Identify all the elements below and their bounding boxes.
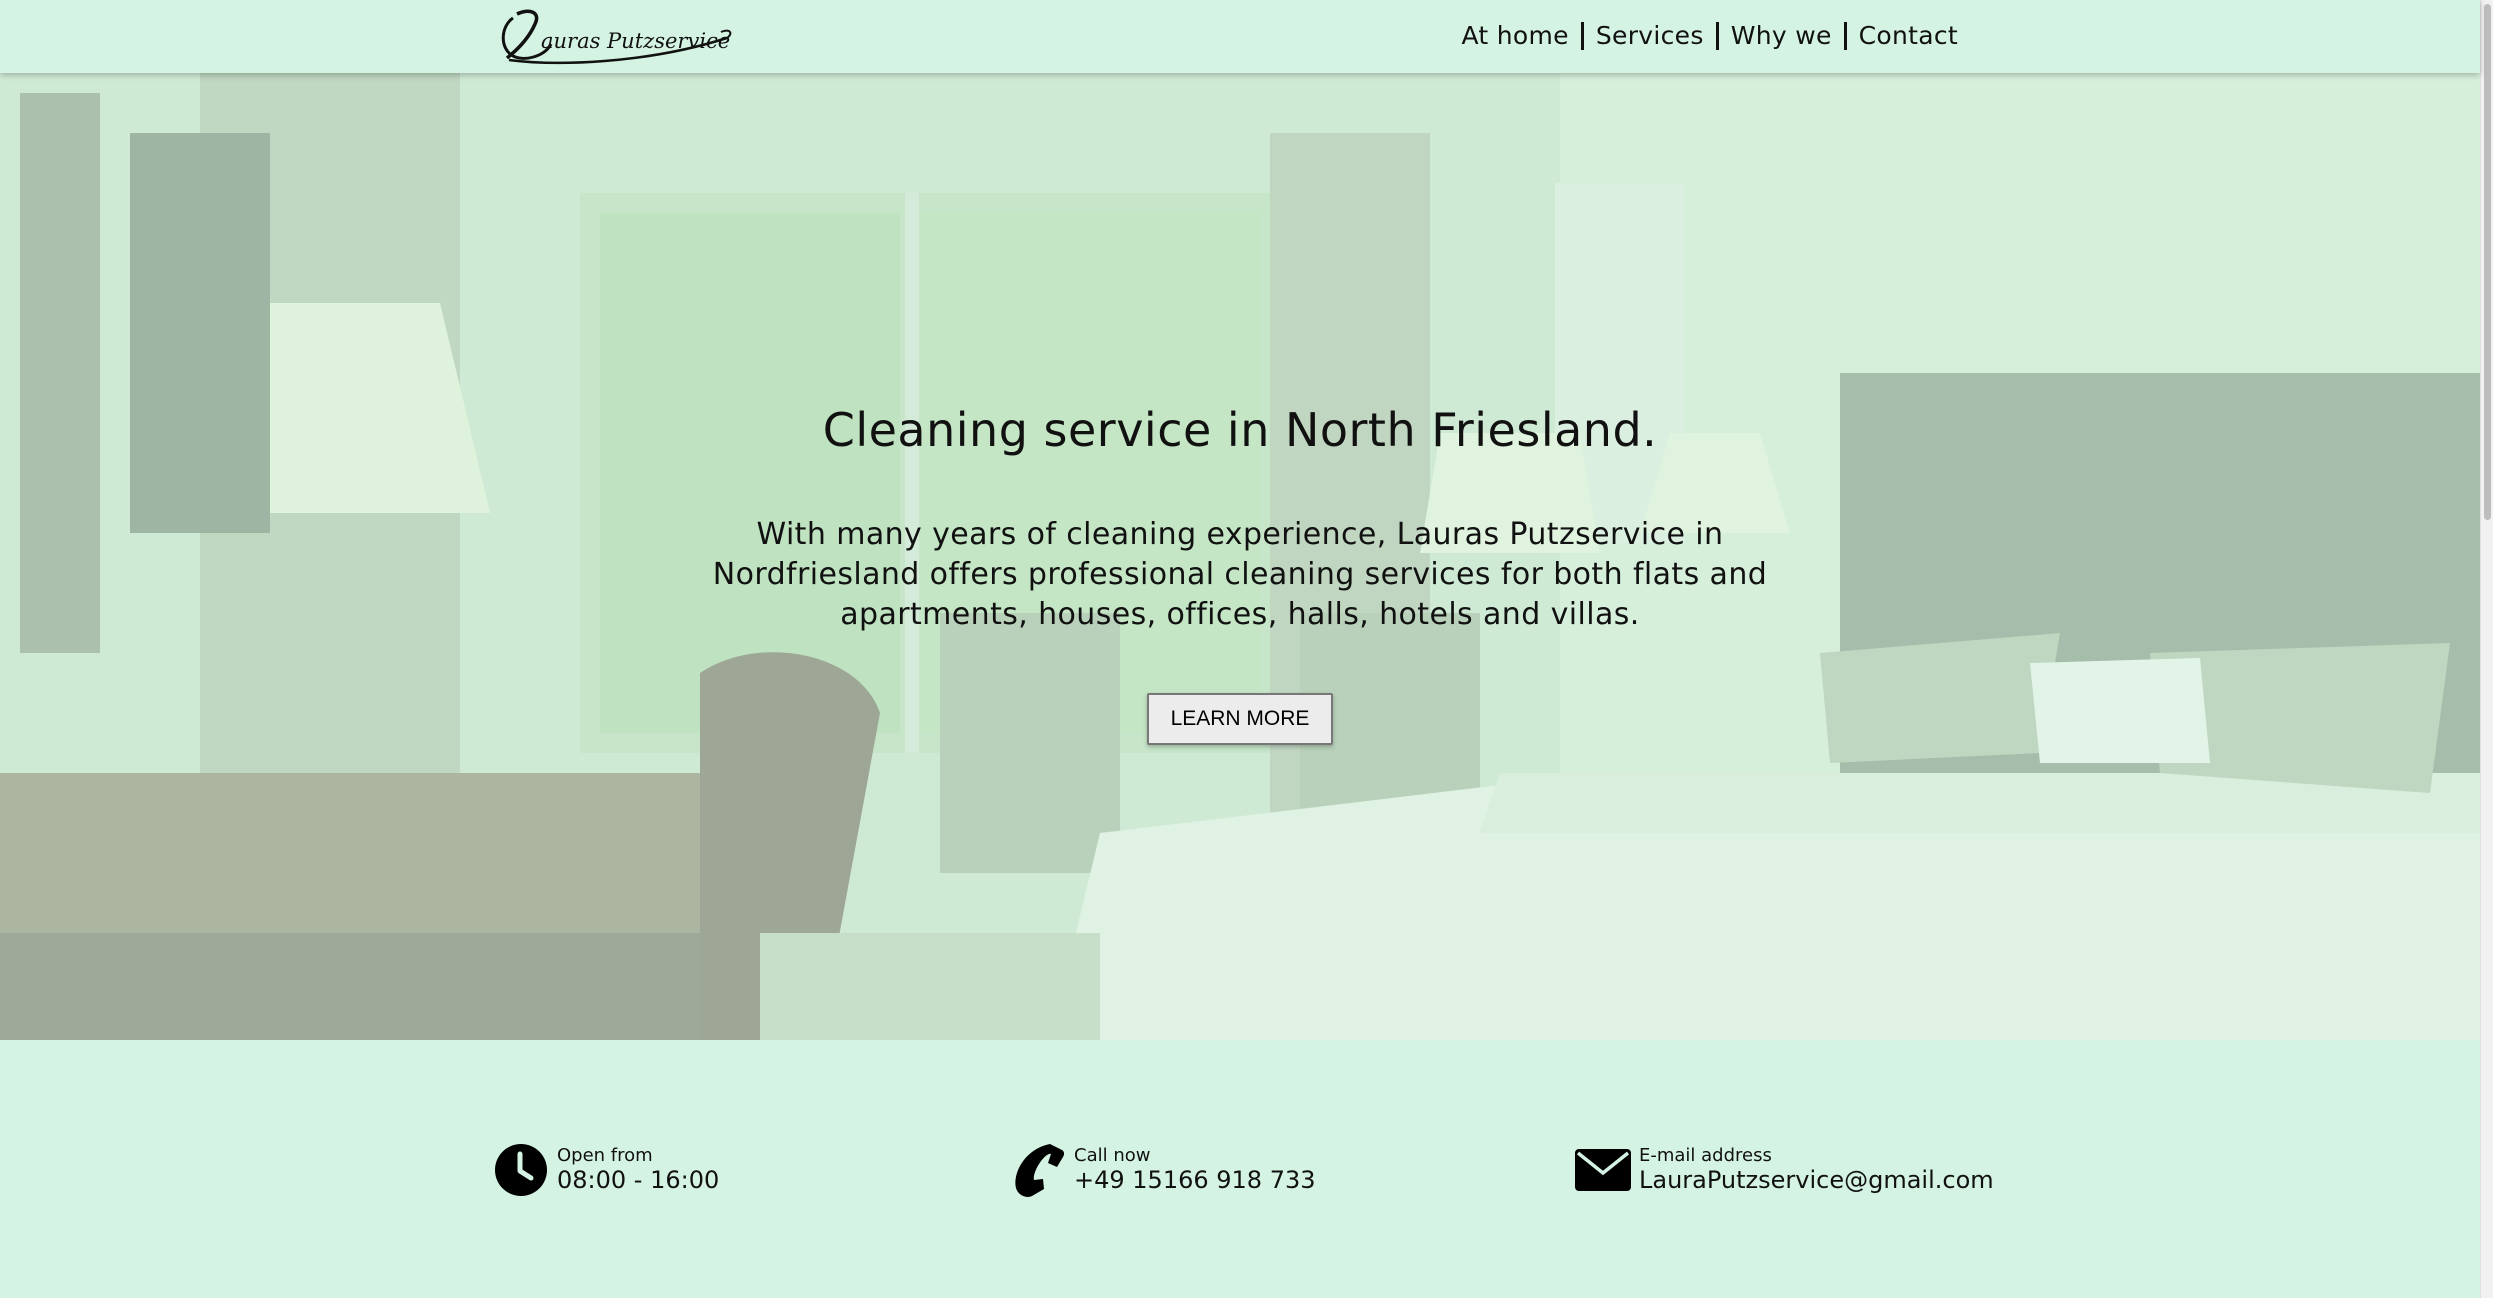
logo-icon: auras Putzservice	[501, 9, 732, 65]
learn-more-button[interactable]: LEARN MORE	[1146, 693, 1334, 745]
nav-at-home[interactable]: At home	[1449, 18, 1580, 54]
scrollbar-thumb[interactable]	[2484, 4, 2491, 520]
hero-content: Cleaning service in North Friesland. Wit…	[0, 403, 2480, 745]
hero-description: With many years of cleaning experience, …	[712, 517, 1768, 632]
hero-section: Cleaning service in North Friesland. Wit…	[0, 73, 2480, 1040]
phone-icon	[1010, 1142, 1066, 1198]
email-contact: E-mail address LauraPutzservice@gmail.co…	[1575, 1142, 1994, 1198]
hero-title: Cleaning service in North Friesland.	[822, 403, 1658, 457]
logo[interactable]: auras Putzservice	[495, 4, 735, 66]
nav-services[interactable]: Services	[1584, 18, 1716, 54]
phone-label: Call now	[1074, 1145, 1151, 1166]
clock-icon	[493, 1142, 549, 1198]
main-nav: At home Services Why we Contact	[1449, 18, 1970, 54]
svg-text:auras Putzservice: auras Putzservice	[541, 29, 730, 53]
phone-contact: Call now +49 15166 918 733	[1010, 1142, 1316, 1198]
hours-value: 08:00 - 16:00	[557, 1166, 720, 1194]
opening-hours: Open from 08:00 - 16:00	[493, 1142, 719, 1198]
nav-why-we[interactable]: Why we	[1719, 18, 1844, 54]
phone-value[interactable]: +49 15166 918 733	[1074, 1166, 1316, 1194]
envelope-icon	[1575, 1142, 1631, 1198]
contact-info-bar: Open from 08:00 - 16:00 Call now +49 151…	[0, 1040, 2480, 1298]
email-label: E-mail address	[1639, 1145, 1772, 1166]
page-scrollbar[interactable]	[2480, 0, 2493, 1298]
email-value[interactable]: LauraPutzservice@gmail.com	[1639, 1166, 1994, 1194]
site-header: auras Putzservice At home Services Why w…	[0, 0, 2480, 73]
page: auras Putzservice At home Services Why w…	[0, 0, 2493, 1298]
nav-contact[interactable]: Contact	[1847, 18, 1970, 54]
hours-label: Open from	[557, 1145, 653, 1166]
